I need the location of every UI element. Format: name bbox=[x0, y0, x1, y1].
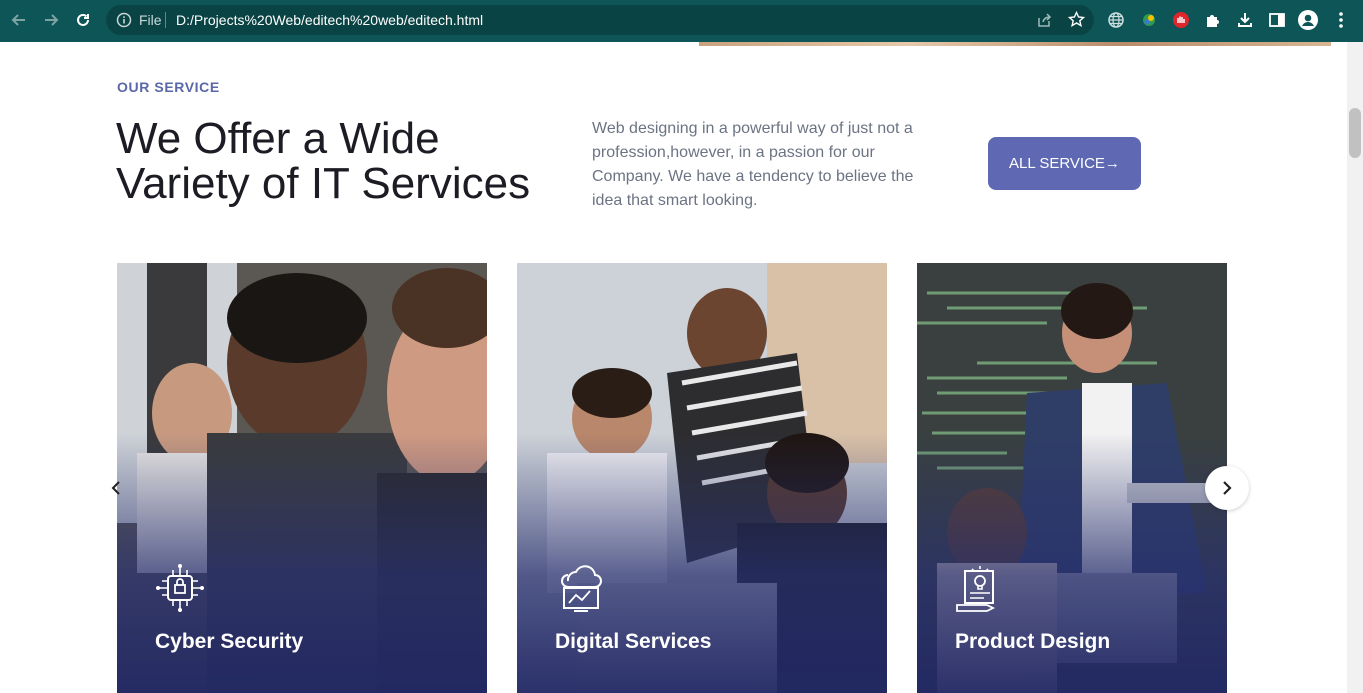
color-extension-icon[interactable] bbox=[1139, 10, 1159, 30]
carousel-next-chevron-icon[interactable] bbox=[1205, 466, 1249, 510]
address-bar[interactable]: File D:/Projects%20Web/editech%20web/edi… bbox=[106, 5, 1094, 35]
section-headline: We Offer a Wide Variety of IT Services bbox=[116, 114, 531, 208]
globe-extension-icon[interactable] bbox=[1106, 10, 1126, 30]
card-title: Digital Services bbox=[555, 630, 712, 653]
forward-arrow-icon[interactable] bbox=[40, 9, 62, 31]
extensions-puzzle-icon[interactable] bbox=[1203, 10, 1223, 30]
download-icon[interactable] bbox=[1235, 10, 1255, 30]
service-card-product-design[interactable]: Product Design bbox=[917, 263, 1227, 693]
info-icon[interactable] bbox=[116, 12, 132, 33]
section-eyebrow: OUR SERVICE bbox=[117, 79, 220, 95]
cloud-monitor-icon bbox=[554, 561, 608, 615]
service-card-digital-services[interactable]: Digital Services bbox=[517, 263, 887, 693]
service-card-cyber-security[interactable]: Cyber Security bbox=[117, 263, 487, 693]
all-service-button[interactable]: ALL SERVICE→ bbox=[988, 137, 1141, 190]
browser-toolbar: File D:/Projects%20Web/editech%20web/edi… bbox=[0, 0, 1363, 42]
stop-hand-extension-icon[interactable] bbox=[1171, 10, 1191, 30]
section-description: Web designing in a powerful way of just … bbox=[592, 120, 914, 209]
url-text[interactable]: D:/Projects%20Web/editech%20web/editech.… bbox=[176, 12, 483, 28]
menu-kebab-icon[interactable] bbox=[1331, 10, 1351, 30]
address-divider bbox=[165, 12, 166, 28]
idea-board-icon bbox=[953, 561, 1007, 615]
carousel-prev-chevron-icon[interactable] bbox=[108, 478, 124, 498]
file-label: File bbox=[139, 12, 162, 28]
profile-avatar-icon[interactable] bbox=[1298, 10, 1318, 30]
security-chip-icon bbox=[153, 561, 207, 615]
reload-icon[interactable] bbox=[72, 9, 94, 31]
back-arrow-icon[interactable] bbox=[8, 9, 30, 31]
share-icon[interactable] bbox=[1036, 12, 1052, 33]
page-scrollbar[interactable] bbox=[1347, 42, 1363, 693]
bookmark-star-icon[interactable] bbox=[1067, 10, 1086, 33]
card-title: Cyber Security bbox=[155, 630, 304, 653]
scrollbar-thumb[interactable] bbox=[1349, 108, 1361, 158]
side-panel-icon[interactable] bbox=[1267, 10, 1287, 30]
page-viewport: OUR SERVICE We Offer a Wide Variety of I… bbox=[0, 42, 1347, 693]
card-title: Product Design bbox=[955, 630, 1111, 653]
hero-image-edge bbox=[699, 42, 1331, 46]
